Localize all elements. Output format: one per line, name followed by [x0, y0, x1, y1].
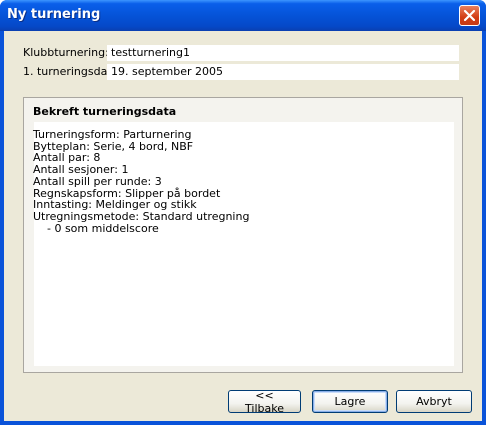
confirm-heading: Bekreft turneringsdata	[33, 105, 177, 118]
summary-line: Utregningsmetode: Standard utregning	[33, 209, 250, 223]
summary-line: Turneringsform: Parturnering	[33, 128, 192, 141]
summary-line: Antall spill per runde: 3	[33, 174, 162, 188]
back-button[interactable]: << Tilbake	[228, 389, 301, 415]
close-icon	[463, 9, 476, 22]
club-tournament-label: Klubbturnering:	[23, 46, 109, 59]
club-tournament-value: testturnering1	[107, 45, 459, 61]
summary-lines: Turneringsform: Parturnering Bytteplan: …	[33, 129, 249, 234]
title-bar[interactable]: Ny turnering	[0, 0, 486, 31]
summary-line: - 0 som middelscore	[33, 221, 159, 235]
first-tournament-day-value: 19. september 2005	[107, 64, 459, 80]
cancel-button[interactable]: Avbryt	[396, 390, 472, 413]
first-tournament-day-label: 1. turneringsdag:	[23, 65, 119, 78]
dialog-body: Klubbturnering: testturnering1 1. turner…	[4, 31, 482, 421]
confirm-panel: Bekreft turneringsdata Turneringsform: P…	[23, 97, 463, 373]
close-button[interactable]	[459, 5, 480, 26]
window-title: Ny turnering	[7, 7, 101, 22]
save-button[interactable]: Lagre	[312, 390, 388, 413]
dialog-window: Ny turnering Klubbturnering: testturneri…	[0, 0, 486, 425]
